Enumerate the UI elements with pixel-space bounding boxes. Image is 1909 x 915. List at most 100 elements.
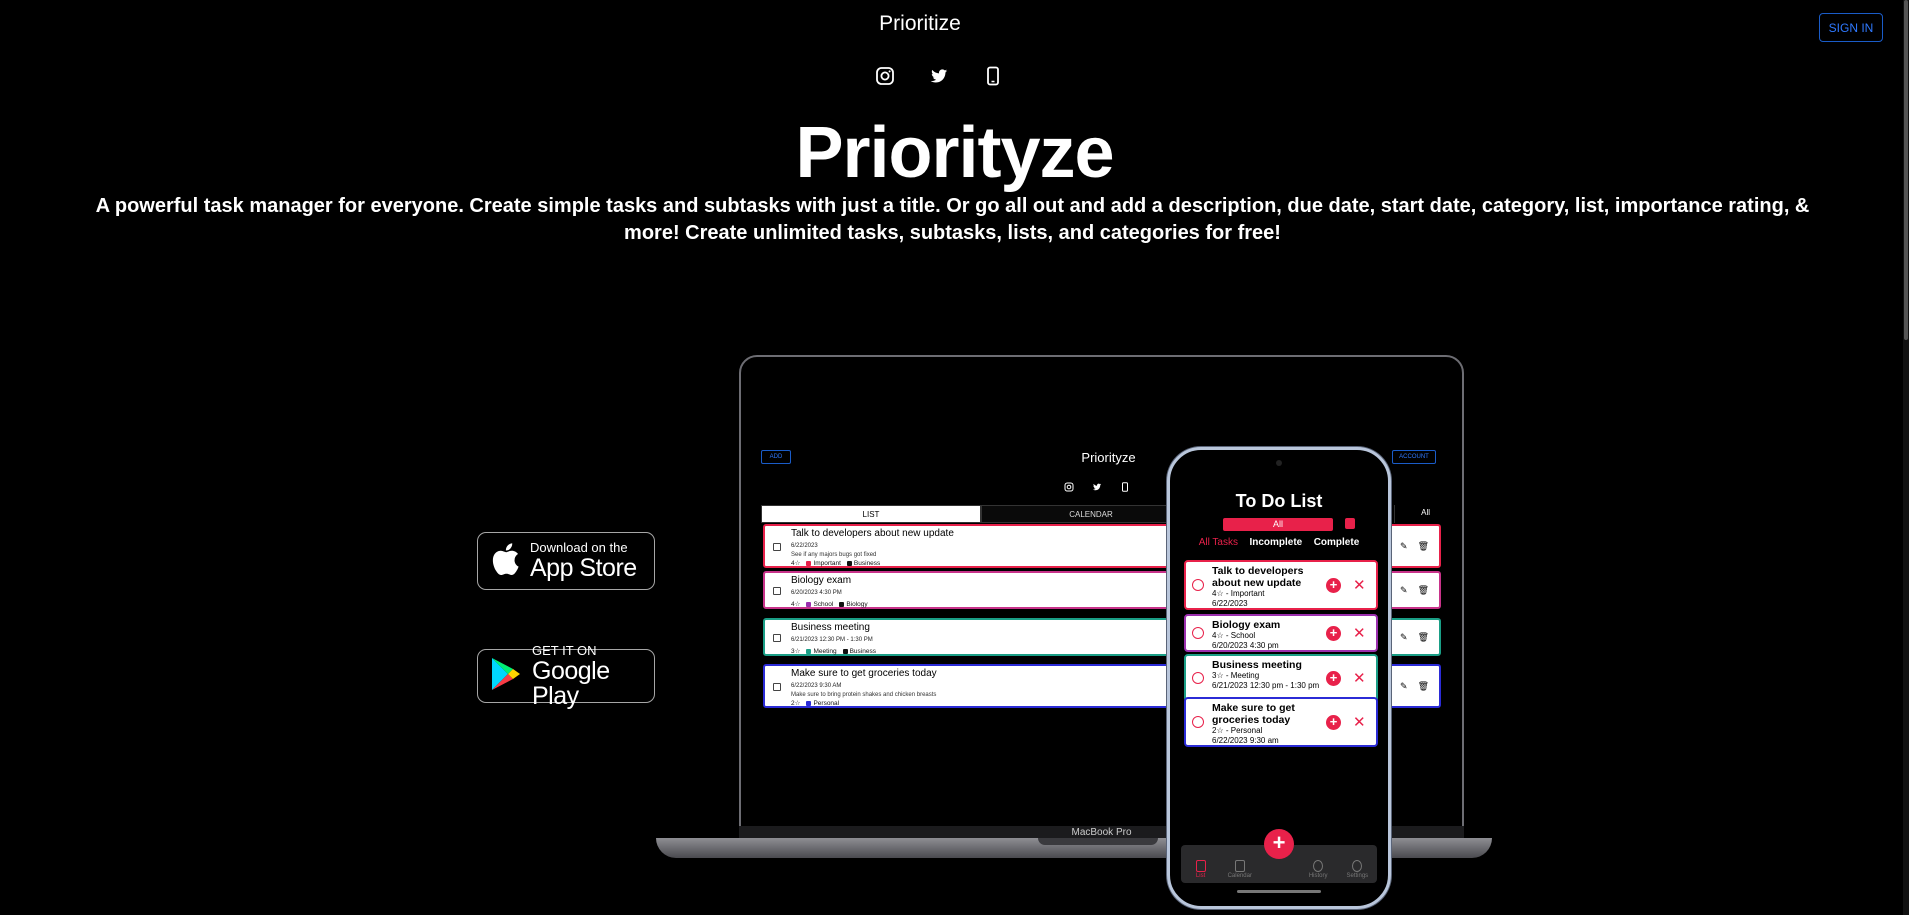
phone-camera <box>1276 460 1282 466</box>
task-tag-label: Business <box>849 647 876 655</box>
laptop-social-icons <box>1064 479 1130 492</box>
scrollbar-thumb[interactable] <box>1904 0 1908 340</box>
task-rating: 4☆ <box>791 560 801 567</box>
phone-icon[interactable] <box>983 66 1003 86</box>
header-brand[interactable]: Prioritize <box>0 12 1840 36</box>
phone-task-text: Biology exam 4☆ - School 6/20/2023 4:30 pm <box>1212 619 1322 651</box>
add-subtask-icon: + <box>1326 578 1341 593</box>
phone-filters: All Tasks Incomplete Complete <box>1173 537 1385 548</box>
phone-task-card: Make sure to get groceries today 2☆ - Per… <box>1184 697 1378 747</box>
delete-icon: ✕ <box>1353 714 1366 731</box>
delete-icon: ✕ <box>1353 670 1366 687</box>
task-actions: ✎ 🗑 <box>1400 632 1429 643</box>
app-store-small-text: Download on the <box>530 540 628 555</box>
task-title: Make sure to get groceries today <box>791 668 937 679</box>
task-actions: ✎ 🗑 <box>1400 681 1429 692</box>
task-tag: Meeting <box>806 647 837 655</box>
google-play-big-text: Google Play <box>532 656 610 710</box>
task-tag-label: Biology <box>846 600 868 608</box>
phone-task-title: Talk to developers about new update <box>1212 565 1304 589</box>
task-date: 6/22/2023 9:30 AM <box>791 683 842 689</box>
task-checkbox <box>773 683 781 691</box>
complete-circle-icon <box>1192 579 1204 591</box>
nav-history-label: History <box>1308 873 1328 879</box>
google-play-badge[interactable]: GET IT ON Google Play <box>477 644 655 708</box>
task-rating: 2☆ <box>791 700 801 707</box>
edit-icon: ✎ <box>1400 632 1408 642</box>
phone-task-text: Talk to developers about new update 4☆ - … <box>1212 565 1322 609</box>
trash-icon: 🗑 <box>1417 585 1429 595</box>
twitter-icon <box>1092 479 1102 491</box>
google-play-small-text: GET IT ON <box>532 642 597 658</box>
bag-icon <box>1345 518 1355 529</box>
phone-task-meta: 4☆ - School <box>1212 631 1256 640</box>
trash-icon: 🗑 <box>1417 681 1429 691</box>
add-task-fab: + <box>1264 829 1294 859</box>
calendar-icon <box>1234 860 1245 872</box>
social-links <box>875 66 1003 86</box>
task-tag-label: Important <box>813 559 841 567</box>
page-scrollbar[interactable] <box>1903 0 1909 915</box>
app-store-big-text: App Store <box>530 554 637 582</box>
phone-task-date: 6/20/2023 4:30 pm <box>1212 641 1279 650</box>
task-rating: 4☆ <box>791 601 801 608</box>
phone-task-card: Talk to developers about new update 4☆ - … <box>1184 560 1378 610</box>
list-icon <box>1195 860 1206 872</box>
task-note: Make sure to bring protein shakes and ch… <box>791 692 937 698</box>
tag-icon <box>839 601 845 607</box>
phone-task-title: Biology exam <box>1212 619 1281 631</box>
task-title: Business meeting <box>791 622 870 633</box>
twitter-icon[interactable] <box>929 66 949 86</box>
trash-icon: 🗑 <box>1417 632 1429 642</box>
task-tag-label: Personal <box>813 699 840 707</box>
nav-settings: Settings <box>1342 860 1372 879</box>
instagram-icon <box>1064 479 1074 492</box>
task-date: 6/22/2023 <box>791 543 818 549</box>
phone-task-card: Business meeting 3☆ - Meeting 6/21/2023 12… <box>1184 654 1378 702</box>
apple-icon <box>490 542 520 581</box>
task-tag-label: Meeting <box>813 647 837 655</box>
edit-icon: ✎ <box>1400 541 1408 551</box>
sign-in-button[interactable]: SIGN IN <box>1819 13 1883 42</box>
settings-icon <box>1352 860 1363 872</box>
add-subtask-icon: + <box>1326 715 1341 730</box>
task-meta: 4☆ School Biology <box>791 600 868 609</box>
task-checkbox <box>773 634 781 642</box>
task-checkbox <box>773 587 781 595</box>
laptop-notch <box>1038 838 1158 845</box>
task-meta: 4☆ Important Business <box>791 559 881 568</box>
task-tag-label: Business <box>853 559 881 567</box>
tab-list: LIST <box>761 505 981 523</box>
task-actions: ✎ 🗑 <box>1400 585 1429 596</box>
delete-icon: ✕ <box>1353 625 1366 642</box>
phone-task-meta: 3☆ - Meeting <box>1212 671 1260 680</box>
edit-icon: ✎ <box>1400 585 1408 595</box>
nav-settings-label: Settings <box>1346 873 1369 879</box>
instagram-icon[interactable] <box>875 66 895 86</box>
phone-task-text: Make sure to get groceries today 2☆ - Per… <box>1212 702 1322 746</box>
complete-circle-icon <box>1192 716 1204 728</box>
phone-task-date: 6/21/2023 12:30 pm - 1:30 pm <box>1212 681 1320 690</box>
task-rating: 3☆ <box>791 648 801 655</box>
task-date: 6/21/2023 12:30 PM - 1:30 PM <box>791 637 873 643</box>
task-tag: Important <box>806 559 841 567</box>
laptop-view-tabs: LIST CALENDAR <box>761 505 1201 523</box>
app-store-badge[interactable]: Download on the App Store <box>477 532 655 590</box>
tag-icon <box>806 648 812 654</box>
tag-icon <box>806 601 812 607</box>
phone-task-title: Make sure to get groceries today <box>1212 702 1295 726</box>
task-title: Biology exam <box>791 575 852 586</box>
phone-task-title: Business meeting <box>1212 659 1302 671</box>
hero-description: A powerful task manager for everyone. Cr… <box>95 195 1810 244</box>
phone-task-date: 6/22/2023 <box>1212 599 1248 608</box>
nav-list: List <box>1186 860 1216 879</box>
task-tag: Personal <box>806 700 839 707</box>
nav-calendar: Calendar <box>1225 860 1255 879</box>
add-subtask-icon: + <box>1326 626 1341 641</box>
filter-all-tasks: All Tasks <box>1198 537 1238 548</box>
phone-icon <box>1120 479 1130 492</box>
history-icon <box>1313 860 1324 872</box>
hero-title: Priorityze <box>795 113 1114 193</box>
tag-icon <box>846 560 852 566</box>
laptop-filter-divider <box>1394 505 1395 523</box>
